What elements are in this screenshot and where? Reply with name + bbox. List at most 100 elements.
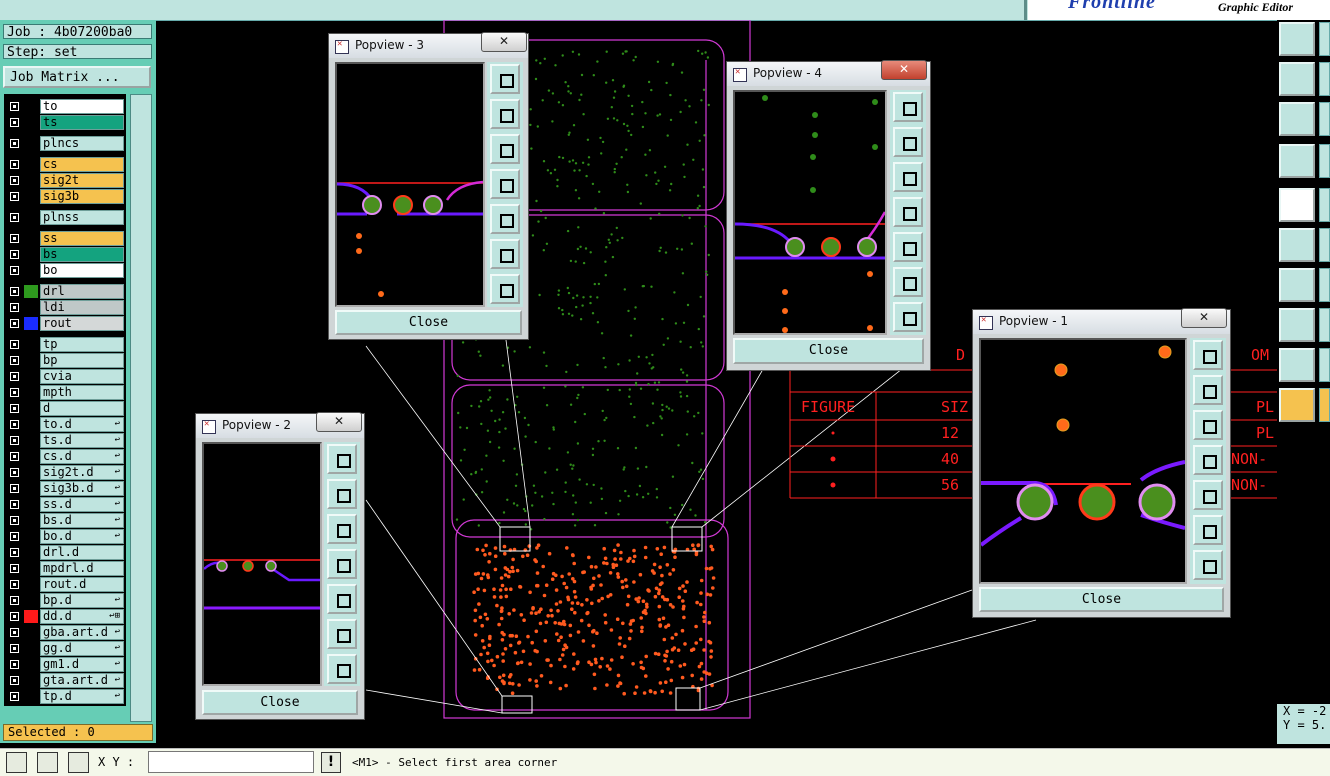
pan-down-icon[interactable]	[893, 162, 923, 192]
layer-checkbox[interactable]	[10, 303, 19, 312]
layer-checkbox[interactable]	[10, 176, 19, 185]
tool-pointer-icon[interactable]	[1279, 388, 1315, 422]
fit-icon[interactable]	[490, 274, 520, 304]
popview-4-view[interactable]	[733, 90, 887, 335]
layer-row[interactable]: cvia	[4, 369, 126, 384]
layer-name[interactable]: drl	[40, 284, 124, 299]
pan-left-icon[interactable]	[327, 549, 357, 579]
layer-name[interactable]: sig2t	[40, 173, 124, 188]
layer-row[interactable]: ss.d ↩	[4, 497, 126, 512]
layer-row[interactable]: plnss	[4, 210, 126, 225]
layer-row[interactable]: cs.d ↩	[4, 449, 126, 464]
layer-row[interactable]: bo	[4, 263, 126, 278]
tool-select-icon[interactable]	[1279, 188, 1315, 222]
layer-checkbox[interactable]	[10, 118, 19, 127]
layer-checkbox[interactable]	[10, 660, 19, 669]
layer-row[interactable]: dd.d ↩⊞	[4, 609, 126, 624]
popview-4-close-button[interactable]: Close	[733, 338, 924, 364]
layer-checkbox[interactable]	[10, 628, 19, 637]
zoom-out-icon[interactable]	[327, 619, 357, 649]
layer-checkbox[interactable]	[10, 234, 19, 243]
tool-col2-1[interactable]	[1319, 22, 1330, 56]
pan-down-icon[interactable]	[490, 134, 520, 164]
layer-checkbox[interactable]	[10, 452, 19, 461]
pan-up-icon[interactable]	[327, 479, 357, 509]
zoom-area-icon[interactable]	[6, 752, 27, 773]
tool-pad-icon[interactable]	[1279, 308, 1315, 342]
tool-col2-8[interactable]	[1319, 308, 1330, 342]
zoom-in-icon[interactable]	[327, 444, 357, 474]
layer-checkbox[interactable]	[10, 319, 19, 328]
layer-name[interactable]: sig3b.d ↩	[40, 481, 124, 496]
xy-input[interactable]	[148, 751, 314, 773]
layer-name[interactable]: drl.d	[40, 545, 124, 560]
close-icon[interactable]: ✕	[481, 32, 527, 52]
layer-name[interactable]: cs.d ↩	[40, 449, 124, 464]
tool-col2-3[interactable]	[1319, 102, 1330, 136]
layer-row[interactable]: tp.d ↩	[4, 689, 126, 704]
layer-name[interactable]: rout.d	[40, 577, 124, 592]
layer-name[interactable]: tp.d ↩	[40, 689, 124, 704]
zoom-out-icon[interactable]	[893, 267, 923, 297]
layer-name[interactable]: to	[40, 99, 124, 114]
layer-row[interactable]: tp	[4, 337, 126, 352]
layer-row[interactable]: bs	[4, 247, 126, 262]
layer-checkbox[interactable]	[10, 266, 19, 275]
layer-name[interactable]: bs	[40, 247, 124, 262]
layer-checkbox[interactable]	[10, 404, 19, 413]
popview-3-close-button[interactable]: Close	[335, 310, 522, 335]
tool-col2-9[interactable]	[1319, 348, 1330, 382]
popview-1-view[interactable]	[979, 338, 1187, 584]
close-icon[interactable]: ✕	[1181, 308, 1227, 328]
layer-row[interactable]: gba.art.d ↩	[4, 625, 126, 640]
tool-warning-icon[interactable]	[1279, 348, 1315, 382]
layer-name[interactable]: bp	[40, 353, 124, 368]
popview-2-titlebar[interactable]: Popview - 2 ✕	[196, 412, 364, 438]
layer-row[interactable]: bp	[4, 353, 126, 368]
zoom-out-icon[interactable]	[1193, 515, 1223, 545]
layer-row[interactable]: sig3b	[4, 189, 126, 204]
tool-col2-5[interactable]	[1319, 188, 1330, 222]
pan-up-icon[interactable]	[1193, 375, 1223, 405]
fit-icon[interactable]	[893, 302, 923, 332]
warning-icon[interactable]: !	[321, 752, 341, 773]
layer-row[interactable]: bp.d ↩	[4, 593, 126, 608]
popview-4-titlebar[interactable]: Popview - 4 ✕	[727, 60, 930, 86]
layer-color-swatch[interactable]	[24, 317, 38, 330]
layer-row[interactable]: gta.art.d ↩	[4, 673, 126, 688]
tool-col2-2[interactable]	[1319, 62, 1330, 96]
layer-name[interactable]: rout	[40, 316, 124, 331]
layer-checkbox[interactable]	[10, 420, 19, 429]
layer-checkbox[interactable]	[10, 340, 19, 349]
layer-row[interactable]: drl.d	[4, 545, 126, 560]
close-icon[interactable]: ✕	[881, 60, 927, 80]
tool-zoom-home-icon[interactable]	[1279, 22, 1315, 56]
layer-row[interactable]: mpdrl.d	[4, 561, 126, 576]
layer-name[interactable]: ss.d ↩	[40, 497, 124, 512]
tool-pan-left-icon[interactable]	[1279, 62, 1315, 96]
tool-col2-7[interactable]	[1319, 268, 1330, 302]
layer-name[interactable]: gg.d ↩	[40, 641, 124, 656]
layer-checkbox[interactable]	[10, 564, 19, 573]
layer-name[interactable]: mpdrl.d	[40, 561, 124, 576]
layer-checkbox[interactable]	[10, 516, 19, 525]
close-icon[interactable]: ✕	[316, 412, 362, 432]
layer-color-swatch[interactable]	[24, 285, 38, 298]
layer-name[interactable]: sig3b	[40, 189, 124, 204]
grid-icon[interactable]	[68, 752, 89, 773]
popview-3-view[interactable]	[335, 62, 485, 307]
pan-left-icon[interactable]	[893, 197, 923, 227]
layer-name[interactable]: ts	[40, 115, 124, 130]
layer-row[interactable]: sig2t	[4, 173, 126, 188]
layer-name[interactable]: sig2t.d ↩	[40, 465, 124, 480]
layer-checkbox[interactable]	[10, 372, 19, 381]
tool-net-icon[interactable]	[1279, 228, 1315, 262]
pan-up-icon[interactable]	[893, 127, 923, 157]
layer-row[interactable]: gg.d ↩	[4, 641, 126, 656]
layer-checkbox[interactable]	[10, 548, 19, 557]
layer-row[interactable]: ss	[4, 231, 126, 246]
pan-down-icon[interactable]	[1193, 410, 1223, 440]
layer-row[interactable]: ts.d ↩	[4, 433, 126, 448]
layer-row[interactable]: gm1.d ↩	[4, 657, 126, 672]
pan-left-icon[interactable]	[1193, 445, 1223, 475]
